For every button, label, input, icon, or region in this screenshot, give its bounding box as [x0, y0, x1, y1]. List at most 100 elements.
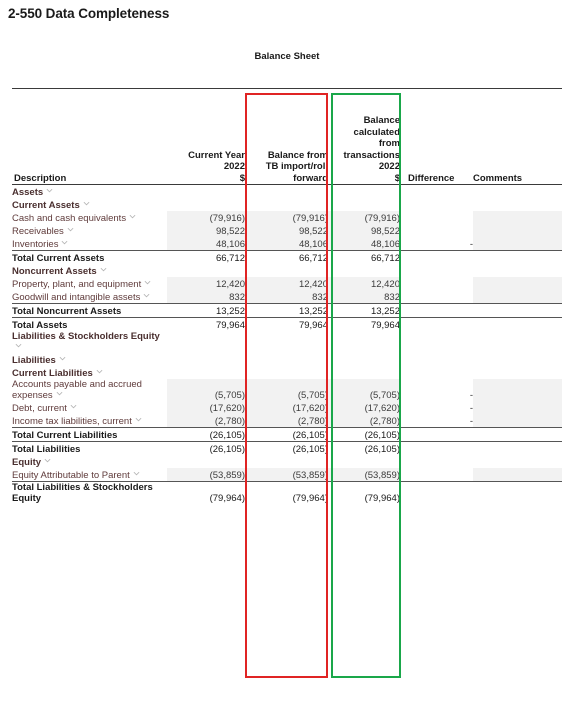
chevron-down-icon[interactable]	[133, 470, 140, 477]
row-description[interactable]: Current Liabilities	[12, 366, 167, 379]
column-header-comments[interactable]: Comments	[473, 88, 562, 185]
row-description[interactable]: Cash and cash equivalents	[12, 211, 167, 224]
cell-calculated[interactable]: 79,964	[328, 318, 400, 332]
cell-calculated[interactable]	[328, 198, 400, 211]
cell-difference[interactable]	[400, 277, 473, 290]
table-row[interactable]: Total Current Liabilities (26,105) (26,105…	[12, 427, 562, 442]
cell-current-year[interactable]: (79,916)	[167, 211, 245, 224]
cell-current-year[interactable]: (53,859)	[167, 468, 245, 482]
cell-comments[interactable]	[473, 468, 562, 482]
table-row[interactable]: Goodwill and intangible assets 832 832 832	[12, 290, 562, 304]
cell-tb-import[interactable]: (5,705)	[245, 379, 328, 401]
cell-comments[interactable]	[473, 366, 562, 379]
cell-calculated[interactable]: 13,252	[328, 303, 400, 318]
row-description[interactable]: Equity Attributable to Parent	[12, 468, 167, 482]
cell-current-year[interactable]: (26,105)	[167, 427, 245, 442]
cell-difference[interactable]	[400, 482, 473, 505]
table-row[interactable]: Accounts payable and accrued expenses (5,…	[12, 379, 562, 401]
cell-current-year[interactable]	[167, 366, 245, 379]
cell-difference[interactable]	[400, 331, 473, 353]
table-row[interactable]: Current Assets	[12, 198, 562, 211]
cell-difference[interactable]	[400, 366, 473, 379]
cell-difference[interactable]	[400, 251, 473, 265]
cell-tb-import[interactable]: (79,916)	[245, 211, 328, 224]
cell-difference[interactable]	[400, 455, 473, 468]
table-row[interactable]: Total Current Assets 66,712 66,712 66,712	[12, 251, 562, 265]
cell-tb-import[interactable]: 13,252	[245, 303, 328, 318]
row-description[interactable]: Total Noncurrent Assets	[12, 303, 167, 318]
cell-calculated[interactable]: 48,106	[328, 237, 400, 251]
cell-comments[interactable]	[473, 427, 562, 442]
cell-current-year[interactable]	[167, 198, 245, 211]
row-description[interactable]: Receivables	[12, 224, 167, 237]
cell-comments[interactable]	[473, 401, 562, 414]
cell-comments[interactable]	[473, 198, 562, 211]
chevron-down-icon[interactable]	[143, 292, 150, 299]
cell-tb-import[interactable]: 832	[245, 290, 328, 304]
row-description[interactable]: Inventories	[12, 237, 167, 251]
cell-comments[interactable]	[473, 277, 562, 290]
cell-comments[interactable]	[473, 303, 562, 318]
cell-difference[interactable]	[400, 318, 473, 332]
chevron-down-icon[interactable]	[144, 279, 151, 286]
chevron-down-icon[interactable]	[67, 226, 74, 233]
cell-calculated[interactable]: 98,522	[328, 224, 400, 237]
cell-calculated[interactable]: 12,420	[328, 277, 400, 290]
chevron-down-icon[interactable]	[44, 457, 51, 464]
cell-calculated[interactable]: (2,780)	[328, 414, 400, 428]
chevron-down-icon[interactable]	[61, 239, 68, 246]
table-row[interactable]: Equity Attributable to Parent (53,859) (53…	[12, 468, 562, 482]
table-row[interactable]: Current Liabilities	[12, 366, 562, 379]
row-description[interactable]: Assets	[12, 185, 167, 198]
row-description[interactable]: Income tax liabilities, current	[12, 414, 167, 428]
cell-calculated[interactable]: (79,964)	[328, 482, 400, 505]
cell-difference[interactable]	[400, 303, 473, 318]
chevron-down-icon[interactable]	[83, 200, 90, 207]
row-description[interactable]: Current Assets	[12, 198, 167, 211]
cell-current-year[interactable]: 13,252	[167, 303, 245, 318]
cell-difference[interactable]	[400, 264, 473, 277]
row-description[interactable]: Liabilities & Stockholders Equity	[12, 331, 167, 353]
row-description[interactable]: Total Current Liabilities	[12, 427, 167, 442]
table-row[interactable]: Cash and cash equivalents (79,916) (79,916…	[12, 211, 562, 224]
cell-tb-import[interactable]: 79,964	[245, 318, 328, 332]
cell-comments[interactable]	[473, 224, 562, 237]
cell-comments[interactable]	[473, 237, 562, 251]
cell-tb-import[interactable]: (26,105)	[245, 427, 328, 442]
cell-difference[interactable]: -	[400, 414, 473, 428]
column-header-current-year[interactable]: Current Year 2022 $	[167, 88, 245, 185]
cell-difference[interactable]: -	[400, 237, 473, 251]
row-description[interactable]: Total Assets	[12, 318, 167, 331]
cell-difference[interactable]	[400, 185, 473, 199]
cell-tb-import[interactable]: (17,620)	[245, 401, 328, 414]
row-description[interactable]: Debt, current	[12, 401, 167, 414]
cell-calculated[interactable]: (5,705)	[328, 379, 400, 401]
cell-difference[interactable]	[400, 427, 473, 442]
cell-calculated[interactable]: (26,105)	[328, 427, 400, 442]
cell-current-year[interactable]: 98,522	[167, 224, 245, 237]
table-row[interactable]: Inventories 48,106 48,106 48,106-	[12, 237, 562, 251]
cell-comments[interactable]	[473, 290, 562, 304]
table-row[interactable]: Receivables 98,522 98,522 98,522	[12, 224, 562, 237]
row-description[interactable]: Liabilities	[12, 353, 167, 366]
column-header-calculated[interactable]: Balance calculated from transactions 202…	[328, 88, 400, 185]
cell-comments[interactable]	[473, 414, 562, 428]
cell-current-year[interactable]: 48,106	[167, 237, 245, 251]
cell-current-year[interactable]: 12,420	[167, 277, 245, 290]
cell-comments[interactable]	[473, 331, 562, 353]
cell-calculated[interactable]	[328, 366, 400, 379]
cell-difference[interactable]	[400, 290, 473, 304]
cell-calculated[interactable]	[328, 264, 400, 277]
cell-tb-import[interactable]: 98,522	[245, 224, 328, 237]
cell-tb-import[interactable]: (79,964)	[245, 482, 328, 505]
cell-tb-import[interactable]	[245, 198, 328, 211]
cell-calculated[interactable]	[328, 353, 400, 366]
cell-difference[interactable]	[400, 211, 473, 224]
row-description[interactable]: Property, plant, and equipment	[12, 277, 167, 290]
column-header-description[interactable]: Description	[12, 88, 167, 185]
cell-comments[interactable]	[473, 379, 562, 401]
row-description[interactable]: Accounts payable and accrued expenses	[12, 379, 167, 401]
table-row[interactable]: Debt, current (17,620) (17,620) (17,620) -	[12, 401, 562, 414]
table-row[interactable]: Equity	[12, 455, 562, 468]
table-row[interactable]: Total Liabilities (26,105) (26,105) (26,105…	[12, 442, 562, 455]
